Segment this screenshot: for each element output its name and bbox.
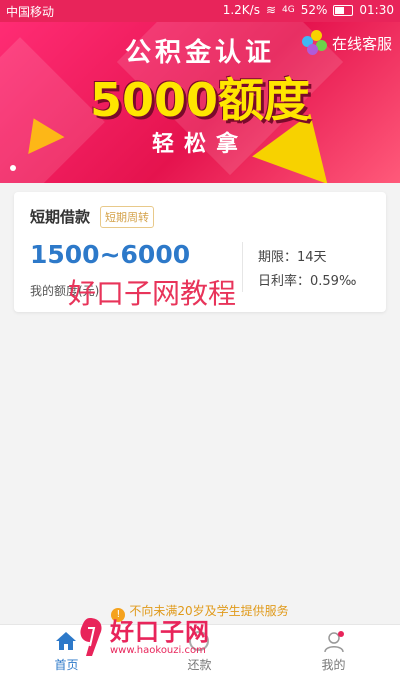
- home-icon: [56, 632, 76, 650]
- clock: 01:30: [359, 3, 394, 17]
- customer-service-button[interactable]: 在线客服: [301, 30, 392, 56]
- status-icons: 1.2K/s ≋ 4G 52% 01:30: [223, 3, 394, 17]
- tab-mine[interactable]: 我的: [267, 625, 400, 676]
- customer-service-label: 在线客服: [331, 34, 392, 53]
- carousel-indicator: [10, 165, 16, 171]
- banner-subline: 轻松拿: [151, 132, 248, 157]
- logo-mark-icon: [80, 618, 102, 656]
- carrier-name: 中国移动: [6, 5, 55, 19]
- loan-title: 短期借款: [30, 208, 91, 226]
- battery-icon: [333, 4, 354, 16]
- wifi-icon: ≋: [265, 3, 277, 17]
- watermark-logo: 好口子网 www.haokouzi.com: [76, 616, 210, 660]
- network-speed: 1.2K/s: [222, 3, 260, 17]
- logo-url: www.haokouzi.com: [110, 645, 206, 656]
- card-divider: [242, 242, 243, 292]
- tab-mine-label: 我的: [321, 658, 346, 672]
- battery-percent: 52%: [300, 3, 328, 17]
- daily-rate: 日利率：0.59‰: [258, 274, 357, 289]
- status-bar: 中国移动 1.2K/s ≋ 4G 52% 01:30: [0, 0, 400, 22]
- logo-name: 好口子网: [110, 618, 210, 646]
- balloons-icon: [301, 30, 328, 56]
- banner-amount: 5000额度: [89, 73, 311, 127]
- signal-icon: 4G: [282, 5, 295, 15]
- loan-tag: 短期周转: [100, 206, 154, 228]
- credit-range: 1500~6000: [30, 240, 191, 269]
- user-icon: [324, 631, 344, 653]
- loan-term: 期限：14天: [258, 250, 327, 265]
- watermark-text: 好口子网教程: [68, 277, 237, 310]
- promo-banner[interactable]: 公积金认证 5000额度 轻松拿 在线客服: [0, 22, 400, 183]
